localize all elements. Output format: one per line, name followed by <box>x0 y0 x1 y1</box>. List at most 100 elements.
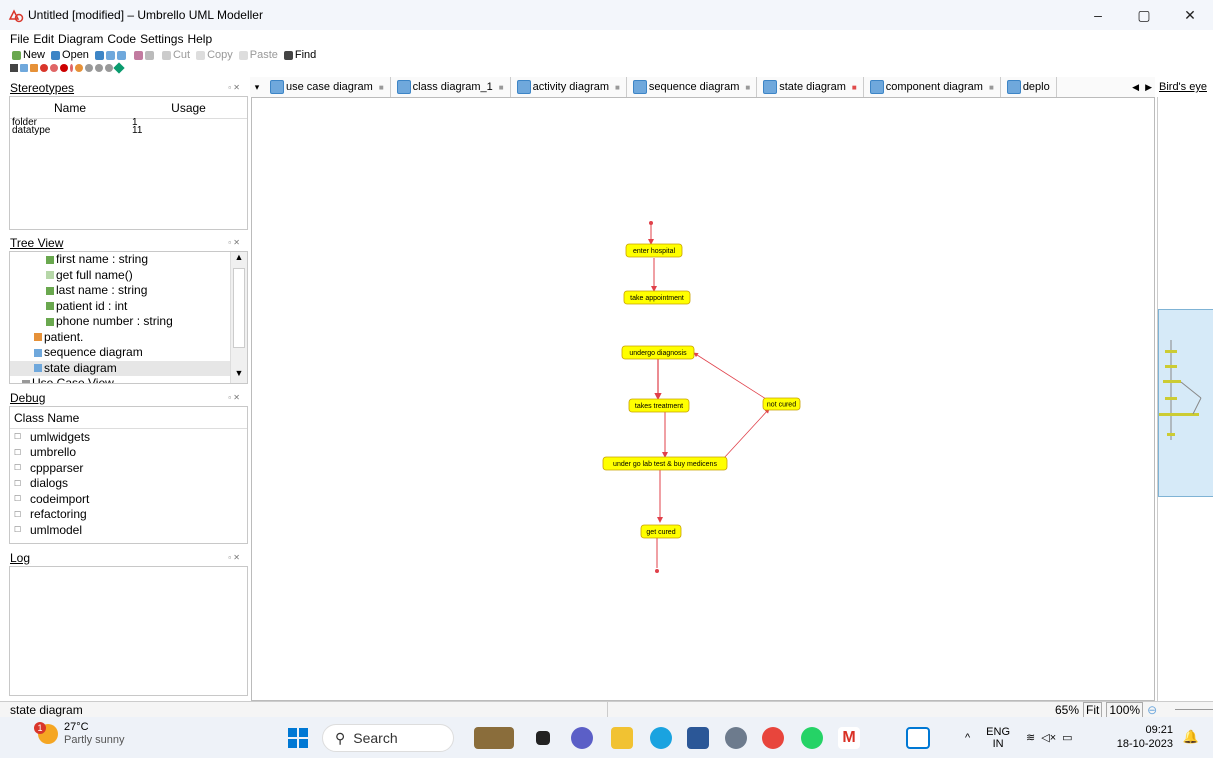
tree-item[interactable]: state diagram <box>10 360 247 376</box>
new-button[interactable]: New <box>12 49 45 61</box>
settings-icon[interactable] <box>725 727 747 749</box>
fork-tool-icon[interactable] <box>70 64 73 72</box>
tree-item[interactable]: last name : string <box>10 283 247 299</box>
debug-row[interactable]: ☐ umbrello <box>10 445 247 461</box>
tab-close-icon[interactable]: ■ <box>499 83 504 92</box>
zoom-100-button[interactable]: 100% <box>1106 701 1144 718</box>
tab-scroll-right-icon[interactable]: ▶ <box>1142 82 1155 93</box>
tab-diagram[interactable]: use case diagram ■ <box>264 77 391 97</box>
tab-diagram[interactable]: sequence diagram ■ <box>627 77 758 97</box>
final-state[interactable] <box>655 569 659 573</box>
volume-icon[interactable]: ◁× <box>1041 731 1056 744</box>
close-button[interactable]: ✕ <box>1167 0 1213 30</box>
system-clock[interactable]: 09:21 18-10-2023 <box>1117 723 1173 751</box>
column-usage[interactable]: Usage <box>130 97 247 118</box>
panel-close-icon[interactable]: ▫ ✕ <box>228 83 240 92</box>
maximize-button[interactable]: ▢ <box>1121 0 1167 30</box>
tab-close-icon[interactable]: ■ <box>615 83 620 92</box>
transition-arrow[interactable] <box>723 408 770 459</box>
panel-close-icon[interactable]: ▫ ✕ <box>228 238 240 247</box>
battery-icon[interactable]: ▭ <box>1062 731 1072 744</box>
whatsapp-icon[interactable] <box>801 727 823 749</box>
initial-state[interactable] <box>649 221 653 225</box>
tab-close-icon[interactable]: ■ <box>745 83 750 92</box>
tree-item[interactable]: get full name() <box>10 268 247 284</box>
tab-diagram[interactable]: deplo <box>1001 77 1057 97</box>
tab-close-icon[interactable]: ■ <box>989 83 994 92</box>
tab-diagram[interactable]: state diagram ■ <box>757 77 864 97</box>
tree-item[interactable]: patient id : int <box>10 299 247 315</box>
column-name[interactable]: Name <box>10 97 130 118</box>
tree-item[interactable]: Use Case View <box>10 376 247 383</box>
store-icon[interactable] <box>687 727 709 749</box>
tree-item[interactable]: sequence diagram <box>10 345 247 361</box>
diagram-canvas[interactable]: enter hospital take appointment undergo di… <box>251 97 1155 701</box>
choice-tool-icon[interactable] <box>95 64 103 72</box>
select-tool-icon[interactable] <box>10 64 18 72</box>
menu-help[interactable]: Help <box>187 30 212 48</box>
state-node[interactable]: under go lab test & buy medicens <box>602 456 728 471</box>
menu-file[interactable]: File <box>10 30 29 48</box>
save-button[interactable] <box>94 50 128 60</box>
state-node[interactable]: get cured <box>640 524 682 539</box>
anchor-tool-icon[interactable] <box>113 62 125 74</box>
debug-column-header[interactable]: Class Name <box>10 407 247 429</box>
menu-settings[interactable]: Settings <box>140 30 183 48</box>
chat-icon[interactable] <box>571 727 593 749</box>
tab-diagram[interactable]: class diagram_1 ■ <box>391 77 511 97</box>
tree-item[interactable]: first name : string <box>10 252 247 268</box>
menu-edit[interactable]: Edit <box>33 30 54 48</box>
transition-tool-icon[interactable] <box>105 64 113 72</box>
state-node[interactable]: take appointment <box>623 290 691 305</box>
checkbox-icon[interactable]: ☐ <box>14 448 22 457</box>
minimize-button[interactable]: – <box>1075 0 1121 30</box>
tray-overflow-icon[interactable]: ^ <box>965 732 970 744</box>
birdseye-viewport[interactable] <box>1158 309 1213 497</box>
windows-start-icon[interactable] <box>288 728 308 748</box>
debug-row[interactable]: ☐ refactoring <box>10 507 247 523</box>
tab-scroll-left-icon[interactable]: ◀ <box>1129 82 1142 93</box>
zoom-slider[interactable] <box>1175 709 1213 710</box>
zoom-out-icon[interactable]: ⊖ <box>1147 703 1157 717</box>
paste-button[interactable]: Paste <box>238 49 278 61</box>
state-node[interactable]: enter hospital <box>625 243 683 258</box>
zoom-fit-button[interactable]: Fit <box>1083 701 1103 718</box>
tab-close-icon[interactable]: ■ <box>379 83 384 92</box>
umbrello-taskbar-icon[interactable] <box>906 727 930 749</box>
tab-diagram[interactable]: component diagram ■ <box>864 77 1001 97</box>
wifi-icon[interactable]: ≋ <box>1026 731 1035 744</box>
tree-scrollbar[interactable]: ▲ ▼ <box>230 252 247 383</box>
diagram-tool-icon[interactable] <box>20 64 28 72</box>
debug-row[interactable]: ☐ umlwidgets <box>10 429 247 445</box>
menu-code[interactable]: Code <box>107 30 136 48</box>
language-indicator[interactable]: ENG IN <box>986 726 1010 750</box>
cut-button[interactable]: Cut <box>161 49 190 61</box>
taskbar-search[interactable]: ⚲ Search <box>322 724 454 752</box>
file-explorer-icon[interactable] <box>611 727 633 749</box>
table-row[interactable]: datatype 11 <box>10 126 247 136</box>
task-view-icon[interactable] <box>536 731 550 745</box>
gmail-icon[interactable]: M <box>838 727 860 749</box>
checkbox-icon[interactable]: ☐ <box>14 510 22 519</box>
debug-row[interactable]: ☐ umlmodel <box>10 522 247 538</box>
copy-button[interactable]: Copy <box>196 49 233 61</box>
state-tool-icon[interactable] <box>50 64 58 72</box>
log-area[interactable] <box>9 566 248 696</box>
checkbox-icon[interactable]: ☐ <box>14 432 22 441</box>
tree-item[interactable]: patient. <box>10 330 247 346</box>
checkbox-icon[interactable]: ☐ <box>14 525 22 534</box>
notification-bell-icon[interactable]: 🔔 <box>1183 729 1199 745</box>
chrome-icon[interactable] <box>762 727 784 749</box>
checkbox-icon[interactable]: ☐ <box>14 479 22 488</box>
cow-widget-icon[interactable] <box>474 727 514 749</box>
state-node[interactable]: not cured <box>762 397 801 411</box>
initial-state-tool-icon[interactable] <box>40 64 48 72</box>
checkbox-icon[interactable]: ☐ <box>14 463 22 472</box>
transition-arrow[interactable] <box>693 352 767 400</box>
state-node[interactable]: takes treatment <box>628 398 690 413</box>
end-state-tool-icon[interactable] <box>60 64 68 72</box>
open-button[interactable]: Open <box>51 49 89 61</box>
tree-item[interactable]: phone number : string <box>10 314 247 330</box>
tab-list-dropdown[interactable]: ▾ <box>250 82 264 93</box>
state-diagram[interactable]: enter hospital take appointment undergo di… <box>252 98 1156 702</box>
